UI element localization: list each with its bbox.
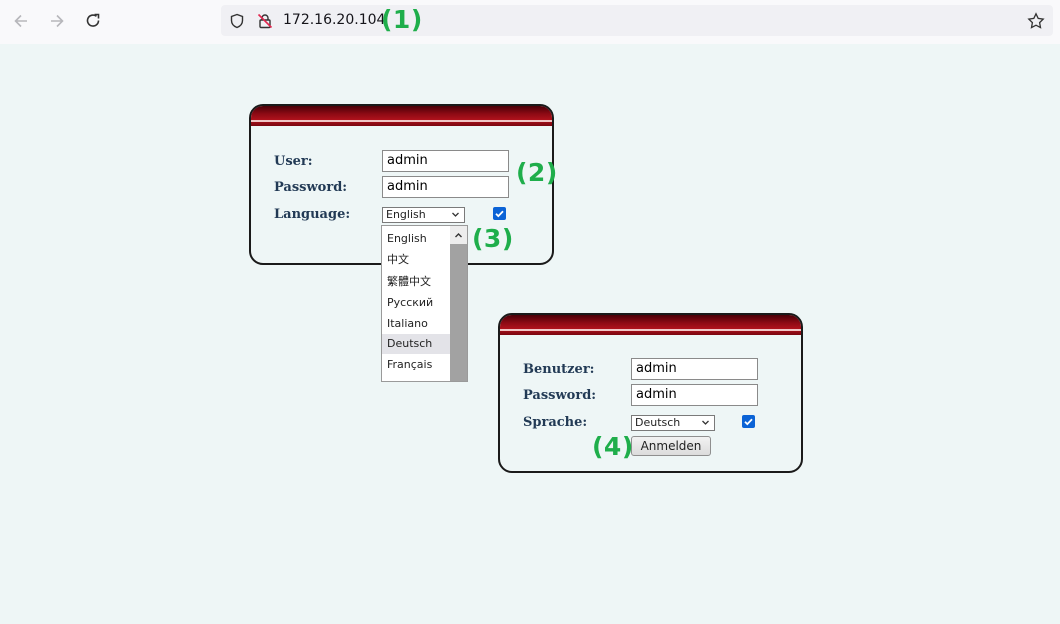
dropdown-option[interactable]: 中文 [382, 250, 451, 270]
sprache-select-value: Deutsch [635, 416, 681, 429]
language-dropdown-list[interactable]: English 中文 繁體中文 Русский Italiano Deutsch… [381, 225, 468, 382]
sprache-select[interactable]: Deutsch [631, 415, 715, 431]
checkmark-icon [495, 210, 504, 218]
url-text[interactable]: 172.16.20.104 [283, 12, 385, 28]
dropdown-option[interactable]: Français [382, 355, 451, 375]
panel-header [251, 106, 552, 126]
dropdown-scrollbar[interactable] [450, 226, 467, 381]
dropdown-option-highlighted[interactable]: Deutsch [382, 334, 451, 354]
annotation-3: (3) [472, 224, 514, 253]
checkmark-icon [744, 418, 753, 426]
shield-icon[interactable] [228, 12, 246, 30]
remember-checkbox-de[interactable] [742, 415, 755, 428]
sprache-label: Sprache: [523, 415, 588, 430]
dropdown-option[interactable]: Italiano [382, 314, 451, 334]
annotation-4: (4) [592, 432, 634, 461]
remember-checkbox[interactable] [493, 207, 506, 220]
back-arrow-icon[interactable] [8, 8, 34, 34]
user-label: User: [274, 154, 313, 169]
password-input-de[interactable]: admin [631, 384, 758, 406]
benutzer-input[interactable]: admin [631, 358, 758, 380]
password-label-de: Password: [523, 388, 597, 403]
address-bar[interactable]: 172.16.20.104 [221, 5, 1053, 36]
language-select-value: English [386, 208, 426, 221]
star-icon[interactable] [1027, 12, 1045, 30]
scrollbar-thumb[interactable] [450, 244, 467, 381]
panel-header [500, 315, 801, 335]
insecure-lock-icon[interactable] [256, 12, 274, 30]
browser-toolbar: 172.16.20.104 [0, 0, 1060, 44]
language-select[interactable]: English [382, 207, 465, 223]
annotation-1: (1) [381, 5, 423, 34]
reload-icon[interactable] [80, 8, 106, 34]
benutzer-label: Benutzer: [523, 362, 595, 377]
forward-arrow-icon[interactable] [44, 8, 70, 34]
chevron-down-icon [451, 209, 460, 223]
annotation-2: (2) [516, 158, 558, 187]
language-label: Language: [274, 207, 351, 222]
scroll-up-icon[interactable] [450, 226, 467, 244]
dropdown-option[interactable]: English [382, 229, 451, 249]
password-input[interactable]: admin [382, 176, 509, 198]
anmelden-button[interactable]: Anmelden [631, 436, 711, 456]
user-input[interactable]: admin [382, 150, 509, 172]
chevron-down-icon [701, 417, 710, 431]
password-label: Password: [274, 180, 348, 195]
dropdown-option[interactable]: 繁體中文 [382, 272, 451, 292]
dropdown-option[interactable]: Русский [382, 293, 451, 313]
